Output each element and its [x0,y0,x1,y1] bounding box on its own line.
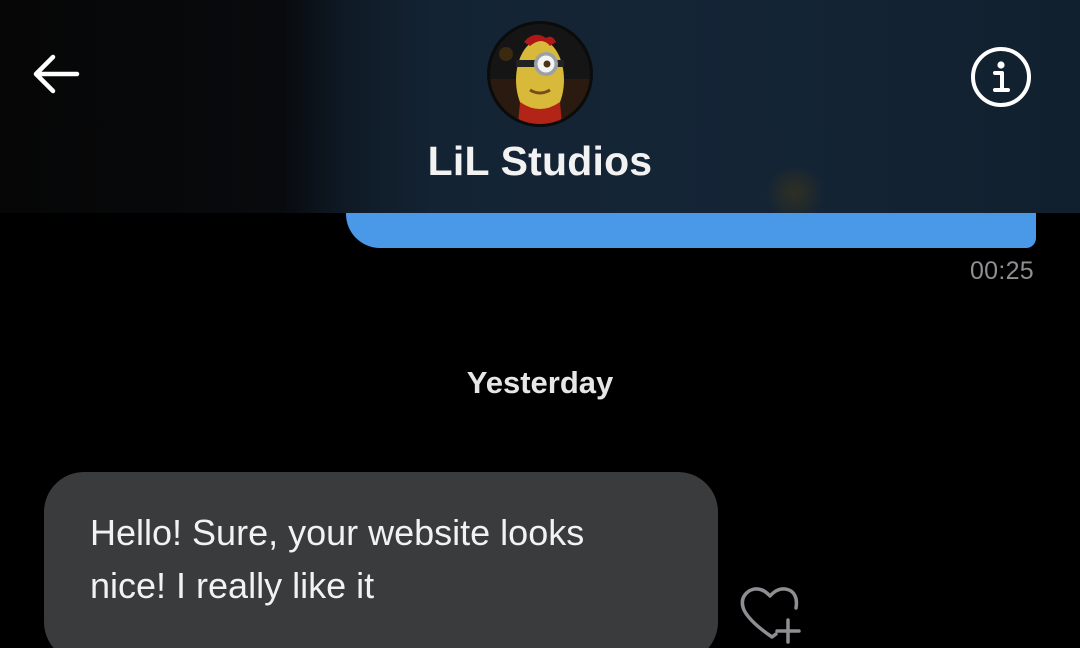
heart-plus-icon [740,587,801,644]
message-timestamp: 00:25 [969,257,1034,285]
incoming-message-text: Hello! Sure, your website looks nice! I … [90,506,690,612]
info-circle-icon [971,47,1031,107]
contact-name[interactable]: LiL Studios [0,138,1080,185]
minion-avatar-icon [490,24,590,124]
message-line: nice! I really like it [90,565,375,606]
back-button[interactable] [26,48,86,100]
info-button[interactable] [968,44,1034,110]
message-line: Hello! Sure, your website looks [90,512,585,553]
arrow-left-icon [33,54,80,94]
incoming-message-bubble[interactable]: Hello! Sure, your website looks nice! I … [44,472,718,648]
avatar[interactable] [490,24,590,124]
conversation-header: LiL Studios [0,0,1080,213]
date-separator: Yesterday [466,365,614,400]
add-reaction-button[interactable] [736,582,810,646]
